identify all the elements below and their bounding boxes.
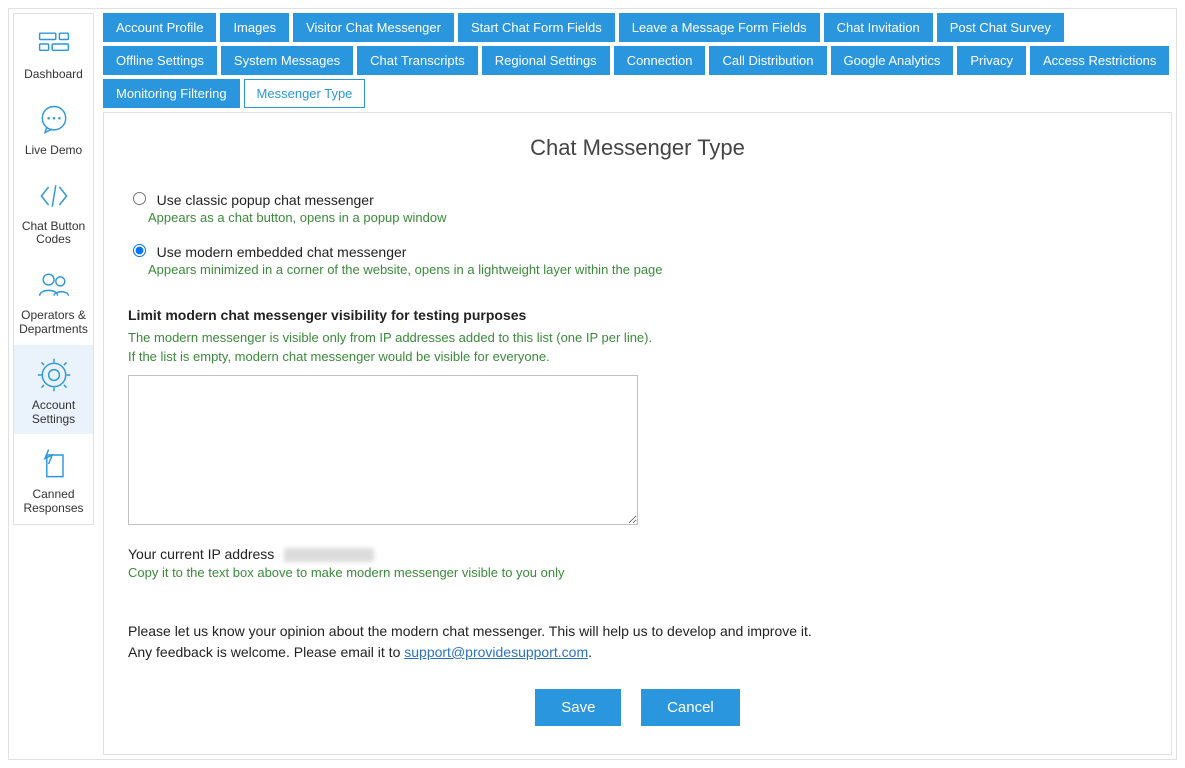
tab-chat-transcripts[interactable]: Chat Transcripts — [357, 46, 478, 75]
limit-heading: Limit modern chat messenger visibility f… — [128, 307, 1147, 323]
canned-responses-icon — [34, 444, 74, 484]
code-icon — [34, 176, 74, 216]
tab-visitor-chat-messenger[interactable]: Visitor Chat Messenger — [293, 13, 454, 42]
feedback-block: Please let us know your opinion about th… — [128, 621, 1147, 663]
feedback-line-2b: . — [588, 644, 592, 660]
limit-help-line-1: The modern messenger is visible only fro… — [128, 330, 652, 345]
content-area: Account Profile Images Visitor Chat Mess… — [99, 9, 1176, 759]
sidebar-label: Canned Responses — [16, 488, 91, 516]
limit-help: The modern messenger is visible only fro… — [128, 329, 1147, 367]
option-classic-label: Use classic popup chat messenger — [157, 192, 374, 208]
gear-icon — [34, 355, 74, 395]
tab-post-chat-survey[interactable]: Post Chat Survey — [937, 13, 1064, 42]
settings-panel: Chat Messenger Type Use classic popup ch… — [103, 112, 1172, 755]
sidebar-inner: Dashboard Live Demo — [13, 13, 94, 525]
tab-privacy[interactable]: Privacy — [957, 46, 1026, 75]
sidebar-item-account-settings[interactable]: Account Settings — [14, 345, 93, 435]
users-icon — [34, 265, 74, 305]
tab-google-analytics[interactable]: Google Analytics — [831, 46, 954, 75]
radio-classic[interactable] — [133, 192, 146, 205]
sidebar-item-operators-departments[interactable]: Operators & Departments — [14, 255, 93, 345]
feedback-line-2a: Any feedback is welcome. Please email it… — [128, 644, 404, 660]
sidebar-label: Account Settings — [16, 399, 91, 427]
sidebar-item-dashboard[interactable]: Dashboard — [14, 14, 93, 90]
tab-leave-a-message-form-fields[interactable]: Leave a Message Form Fields — [619, 13, 820, 42]
tab-images[interactable]: Images — [220, 13, 289, 42]
feedback-line-1: Please let us know your opinion about th… — [128, 621, 1147, 642]
tab-messenger-type[interactable]: Messenger Type — [244, 79, 366, 108]
tab-access-restrictions[interactable]: Access Restrictions — [1030, 46, 1169, 75]
form-actions: Save Cancel — [128, 689, 1147, 726]
current-ip-row: Your current IP address — [128, 546, 1147, 562]
sidebar-label: Dashboard — [24, 68, 83, 82]
sidebar-label: Live Demo — [25, 144, 82, 158]
option-modern-row: Use modern embedded chat messenger Appea… — [128, 241, 1147, 277]
tab-offline-settings[interactable]: Offline Settings — [103, 46, 217, 75]
tab-call-distribution[interactable]: Call Distribution — [709, 46, 826, 75]
limit-help-line-2: If the list is empty, modern chat messen… — [128, 349, 550, 364]
sidebar-item-chat-button-codes[interactable]: Chat Button Codes — [14, 166, 93, 256]
chat-bubble-icon — [34, 100, 74, 140]
sidebar: Dashboard Live Demo — [9, 9, 99, 759]
current-ip-label: Your current IP address — [128, 546, 274, 562]
option-modern-hint: Appears minimized in a corner of the web… — [148, 262, 1147, 277]
tab-connection[interactable]: Connection — [614, 46, 706, 75]
save-button[interactable]: Save — [535, 689, 621, 726]
support-email-link[interactable]: support@providesupport.com — [404, 644, 588, 660]
dashboard-icon — [34, 24, 74, 64]
sidebar-label: Chat Button Codes — [16, 220, 91, 248]
app-frame: Dashboard Live Demo — [8, 8, 1177, 760]
page-title: Chat Messenger Type — [128, 135, 1147, 161]
tab-monitoring-filtering[interactable]: Monitoring Filtering — [103, 79, 240, 108]
tab-account-profile[interactable]: Account Profile — [103, 13, 216, 42]
tab-start-chat-form-fields[interactable]: Start Chat Form Fields — [458, 13, 615, 42]
sidebar-item-canned-responses[interactable]: Canned Responses — [14, 434, 93, 524]
ip-whitelist-textarea[interactable] — [128, 375, 638, 525]
sidebar-item-live-demo[interactable]: Live Demo — [14, 90, 93, 166]
feedback-line-2: Any feedback is welcome. Please email it… — [128, 642, 1147, 663]
settings-tabs: Account Profile Images Visitor Chat Mess… — [103, 13, 1172, 108]
radio-modern[interactable] — [133, 244, 146, 257]
option-modern-label: Use modern embedded chat messenger — [157, 244, 407, 260]
option-modern-label-wrap[interactable]: Use modern embedded chat messenger — [128, 245, 406, 260]
tab-regional-settings[interactable]: Regional Settings — [482, 46, 610, 75]
option-classic-label-wrap[interactable]: Use classic popup chat messenger — [128, 193, 374, 208]
copy-hint: Copy it to the text box above to make mo… — [128, 564, 1147, 583]
tab-system-messages[interactable]: System Messages — [221, 46, 353, 75]
option-classic-hint: Appears as a chat button, opens in a pop… — [148, 210, 1147, 225]
cancel-button[interactable]: Cancel — [641, 689, 740, 726]
option-classic-row: Use classic popup chat messenger Appears… — [128, 189, 1147, 225]
tab-chat-invitation[interactable]: Chat Invitation — [824, 13, 933, 42]
sidebar-label: Operators & Departments — [16, 309, 91, 337]
current-ip-value-redacted — [284, 548, 374, 562]
